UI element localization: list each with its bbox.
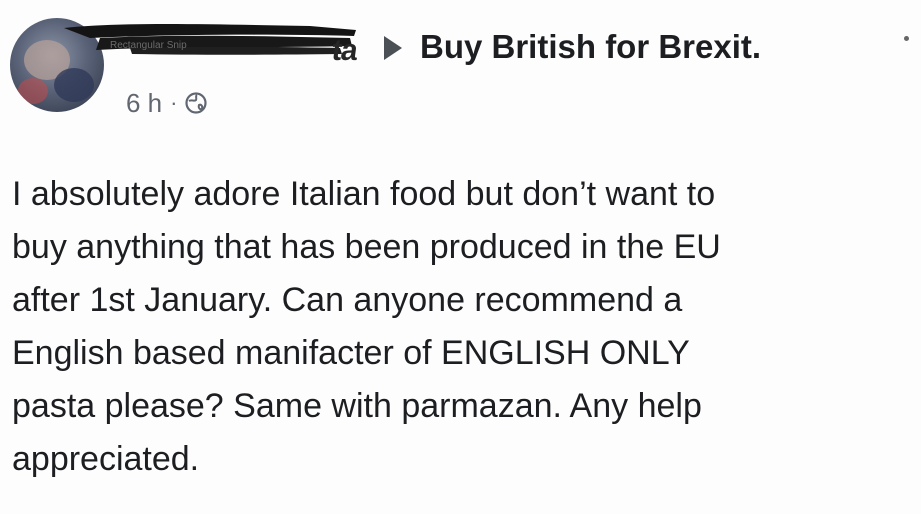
facebook-post: Rectangular Snip ta Buy British for Brex… [0,0,921,514]
post-body-line: appreciated. [12,440,200,478]
globe-icon[interactable] [185,92,208,114]
post-body-line: English based manifacter of ENGLISH ONLY [12,334,690,372]
shared-to-arrow-icon [384,36,402,60]
author-name-fragment[interactable]: ta [330,34,359,68]
avatar-watermark: Rectangular Snip [110,40,187,51]
post-body-line: pasta please? Same with parmazan. Any he… [12,387,702,425]
post-meta: 6 h · [126,88,208,119]
meta-separator: · [170,90,178,115]
author-name-redaction: Rectangular Snip [64,24,356,55]
post-body-text: I absolutely adore Italian food but don’… [12,168,912,486]
group-name-link[interactable]: Buy British for Brexit. [420,28,761,66]
more-options-icon[interactable] [904,36,909,41]
avatar-figure [54,68,94,102]
post-body-line: I absolutely adore Italian food but don’… [12,175,716,213]
post-body-line: buy anything that has been produced in t… [12,228,721,266]
timestamp-link[interactable]: 6 h [126,88,162,119]
avatar-figure [18,78,48,104]
post-body-line: after 1st January. Can anyone recommend … [12,281,683,319]
